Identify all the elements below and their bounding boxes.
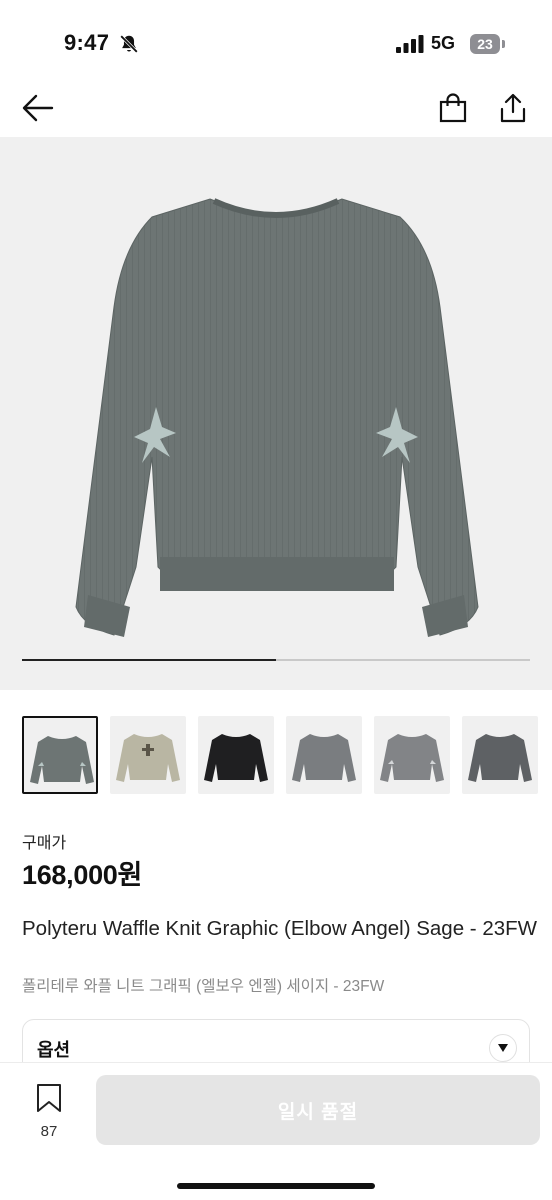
thumbnail-2[interactable] [110, 716, 186, 794]
status-time: 9:47 [64, 30, 110, 55]
bottom-action-bar: 87 일시 품절 [0, 1062, 552, 1200]
sold-out-button[interactable]: 일시 품절 [96, 1075, 540, 1145]
product-image[interactable] [0, 137, 552, 690]
home-indicator [177, 1183, 375, 1189]
top-nav [0, 80, 552, 136]
gallery-progress-bar [22, 659, 530, 661]
bell-slash-icon [119, 34, 139, 54]
back-arrow-icon [22, 94, 54, 122]
product-subtitle: 폴리테루 와플 니트 그래픽 (엘보우 엔젤) 세이지 - 23FW [22, 978, 385, 995]
price-value: 168,000원 [22, 860, 143, 890]
thumbnail-3[interactable] [198, 716, 274, 794]
thumbnail-4[interactable] [286, 716, 362, 794]
battery-tip [502, 40, 505, 48]
signal-icon [396, 35, 424, 53]
share-icon [500, 93, 526, 123]
shopping-bag-icon [439, 93, 467, 123]
bookmark-count: 87 [40, 1123, 58, 1140]
battery-icon: 23 [470, 34, 500, 54]
sweater-image [75, 198, 479, 637]
thumbnail-1[interactable] [22, 716, 98, 794]
option-dropdown-button[interactable] [489, 1034, 517, 1062]
thumbnail-6[interactable] [462, 716, 538, 794]
bookmark-icon [37, 1084, 61, 1112]
bookmark-button[interactable]: 87 [33, 1083, 65, 1149]
network-type: 5G [431, 33, 456, 53]
thumbnail-5[interactable] [374, 716, 450, 794]
chevron-down-icon [498, 1044, 508, 1052]
back-button[interactable] [20, 90, 56, 126]
product-title: Polyteru Waffle Knit Graphic (Elbow Ange… [22, 917, 538, 940]
shopping-bag-button[interactable] [435, 90, 471, 126]
option-label: 옵션 [37, 1040, 71, 1060]
share-button[interactable] [495, 90, 531, 126]
price-label: 구매가 [22, 835, 67, 852]
status-bar: 9:47 5G 23 [0, 0, 552, 80]
thumbnail-strip[interactable] [22, 716, 552, 794]
gallery-progress-fill [22, 659, 276, 661]
